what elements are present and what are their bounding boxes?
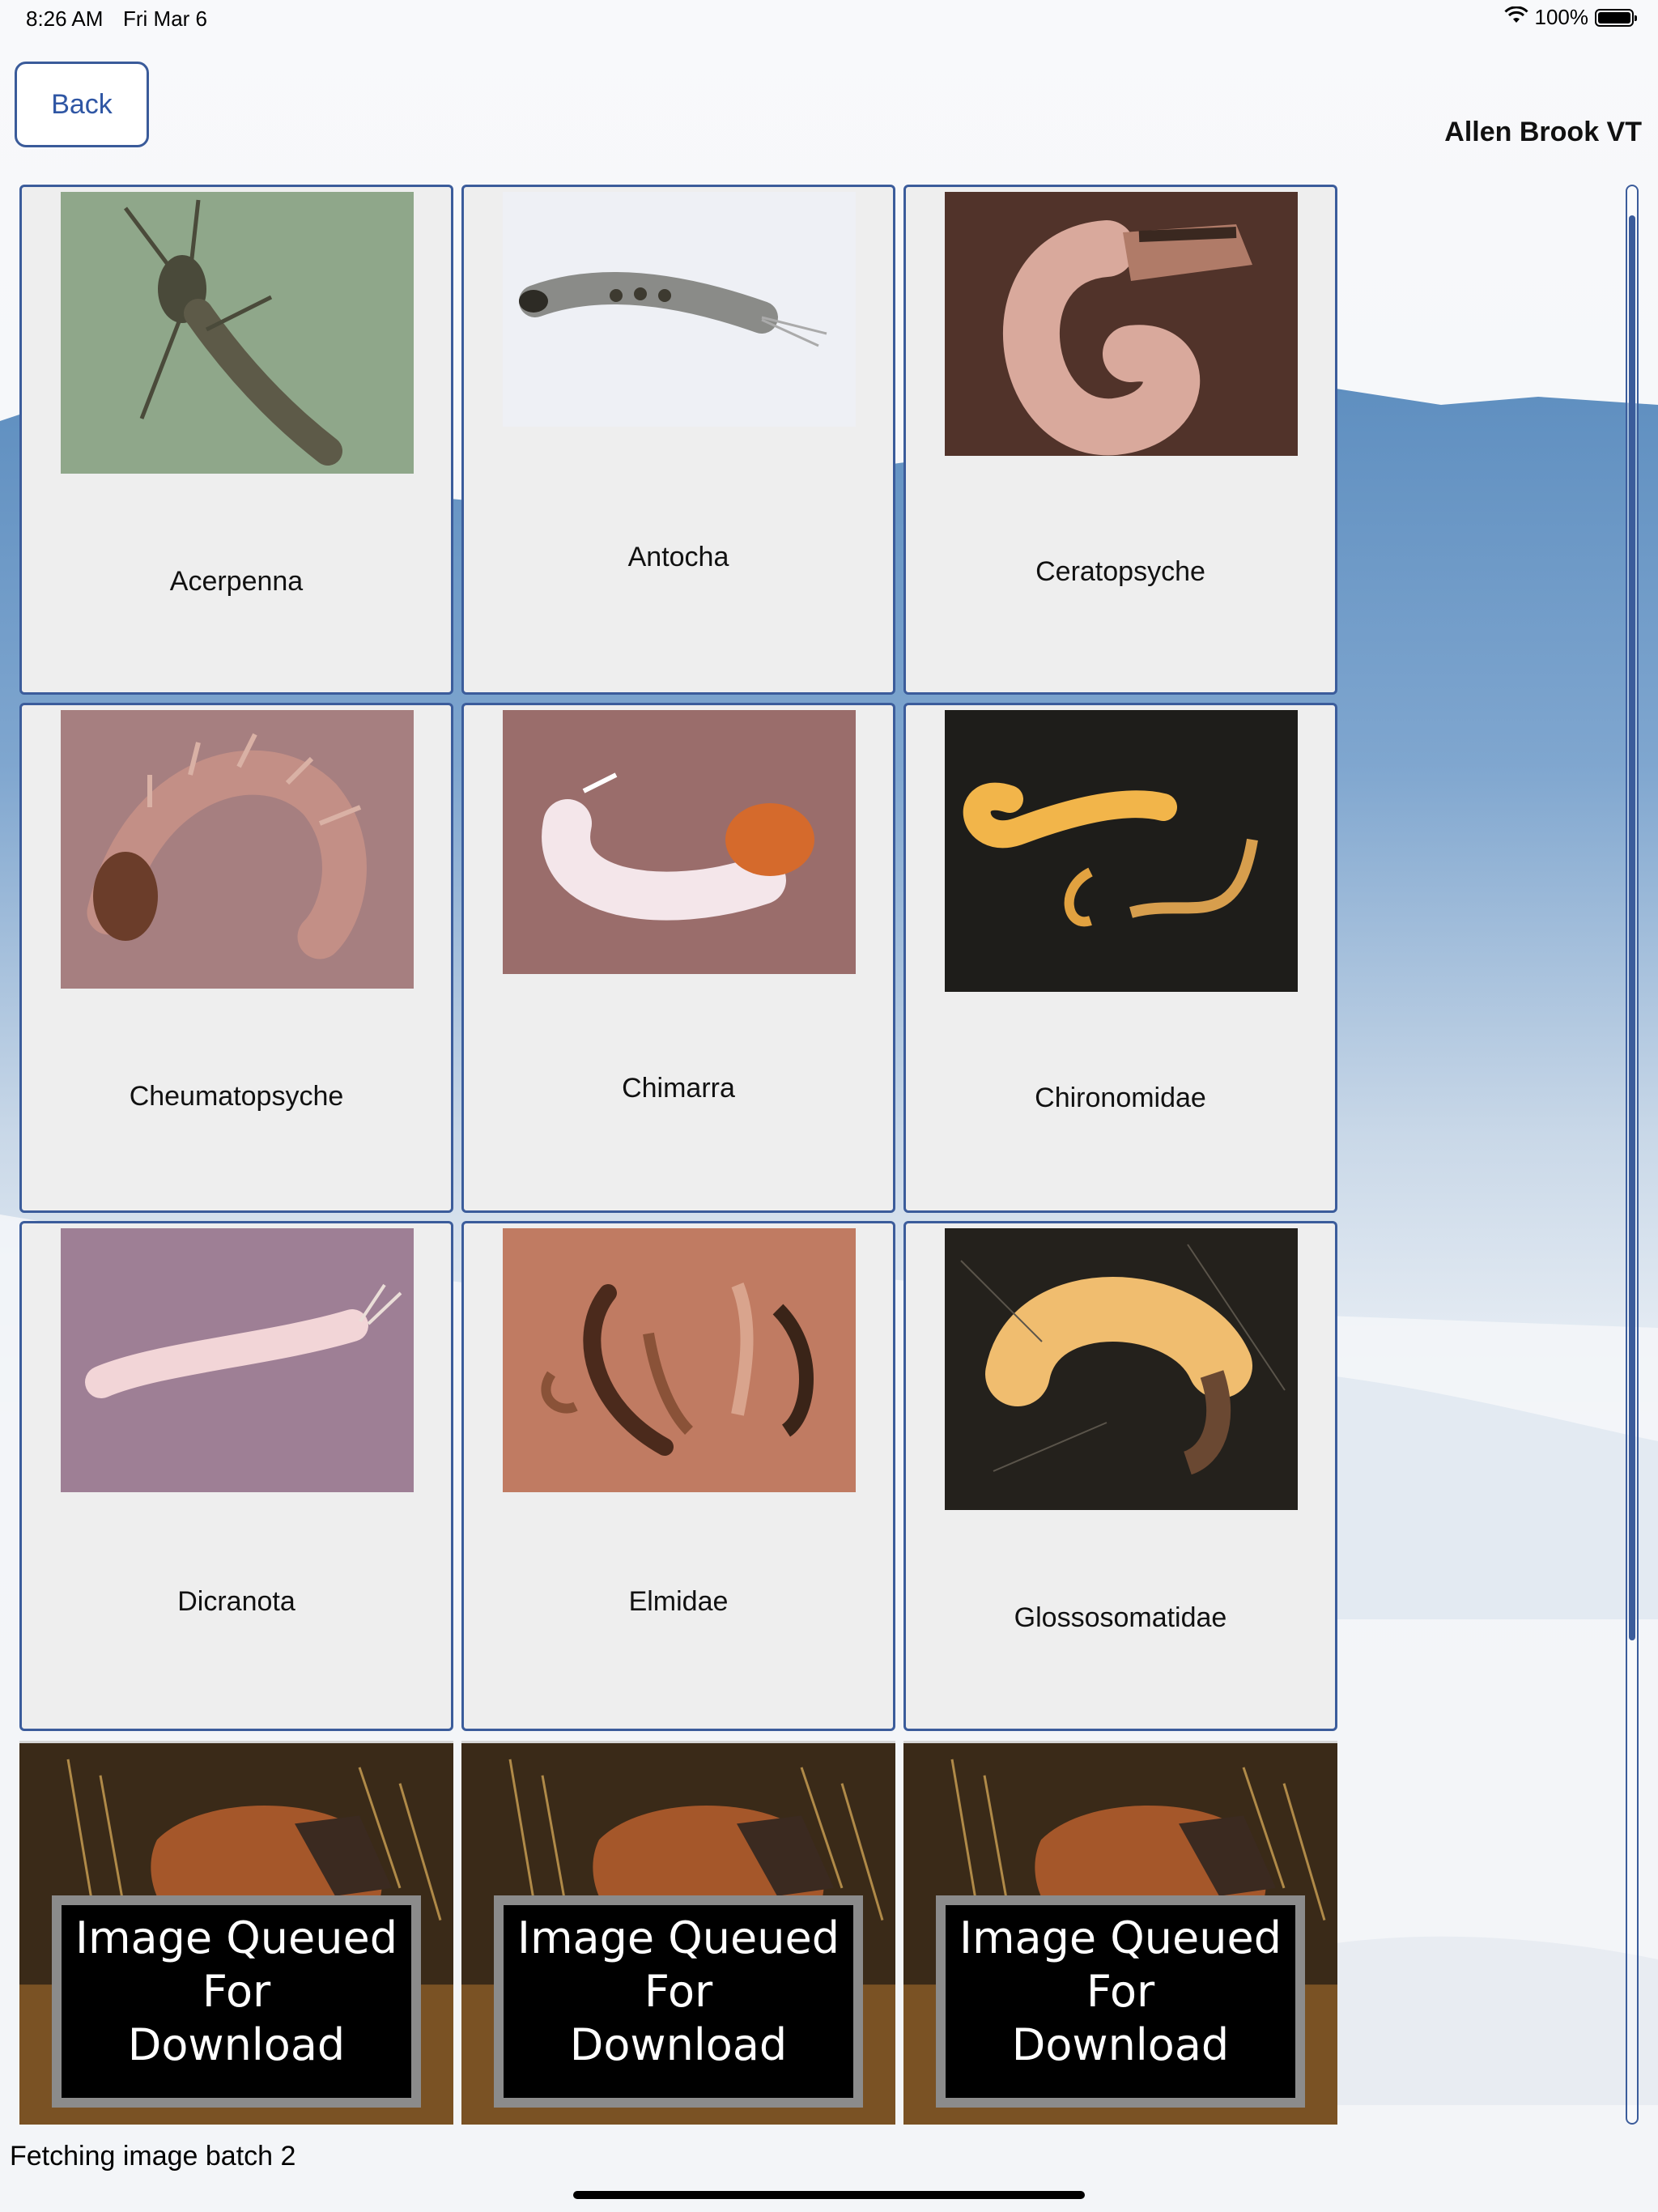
taxon-card[interactable]: Glossosomatidae [903,1221,1337,1731]
taxon-card[interactable]: Chimarra [461,703,895,1213]
taxon-name: Elmidae [628,1586,729,1617]
queued-image-tile[interactable]: Image Queued For Download [19,1741,453,2125]
site-name: Allen Brook VT [1444,117,1642,147]
taxon-name: Antocha [627,542,729,572]
taxon-card[interactable]: Acerpenna [19,185,453,695]
queued-text-line2: For [202,1966,271,2017]
taxon-image [945,192,1298,456]
fetch-status: Fetching image batch 2 [10,2141,296,2172]
taxon-name: Dicranota [177,1586,295,1617]
taxon-image [61,1228,414,1492]
queued-text-line2: For [644,1966,713,2017]
queued-overlay: Image Queued For Download [936,1895,1305,2108]
battery-percent: 100% [1534,5,1589,29]
queued-text-line1: Image Queued [959,1912,1282,1963]
back-button[interactable]: Back [15,62,149,147]
queued-overlay: Image Queued For Download [494,1895,863,2108]
taxon-card[interactable]: Cheumatopsyche [19,703,453,1213]
status-time: 8:26 AM [26,6,104,31]
taxon-name: Glossosomatidae [1014,1602,1227,1633]
taxon-image [503,192,856,427]
taxon-card[interactable]: Chironomidae [903,703,1337,1213]
taxon-name: Cheumatopsyche [129,1081,344,1112]
queued-text-line3: Download [569,2019,788,2070]
taxon-card[interactable]: Ceratopsyche [903,185,1337,695]
taxon-image [503,1228,856,1492]
status-bar: 8:26 AM Fri Mar 6 100% [0,0,1658,39]
queued-text-line2: For [1086,1966,1155,2017]
taxon-image [61,192,414,474]
queued-text-line1: Image Queued [75,1912,397,1963]
status-indicators: 100% [1503,5,1637,30]
queued-text-line3: Download [1011,2019,1230,2070]
taxon-name: Ceratopsyche [1035,556,1205,587]
status-date: Fri Mar 6 [123,6,207,31]
wifi-icon [1503,5,1528,30]
taxon-image [503,710,856,974]
queued-overlay: Image Queued For Download [52,1895,421,2108]
taxon-name: Chironomidae [1035,1083,1206,1113]
taxon-name: Acerpenna [169,566,304,597]
taxon-image [945,1228,1298,1510]
queued-image-tile[interactable]: Image Queued For Download [461,1741,895,2125]
taxon-name: Chimarra [622,1073,735,1104]
battery-icon [1595,8,1637,27]
taxon-card[interactable]: Elmidae [461,1221,895,1731]
taxon-card[interactable]: Dicranota [19,1221,453,1731]
home-indicator[interactable] [573,2191,1085,2199]
queued-text-line1: Image Queued [517,1912,840,1963]
taxon-image [945,710,1298,992]
vertical-scrollbar[interactable] [1626,185,1639,2125]
taxon-image [61,710,414,989]
taxon-card[interactable]: Antocha [461,185,895,695]
queued-text-line3: Download [127,2019,346,2070]
queued-image-tile[interactable]: Image Queued For Download [903,1741,1337,2125]
scrollbar-thumb[interactable] [1629,215,1635,1640]
